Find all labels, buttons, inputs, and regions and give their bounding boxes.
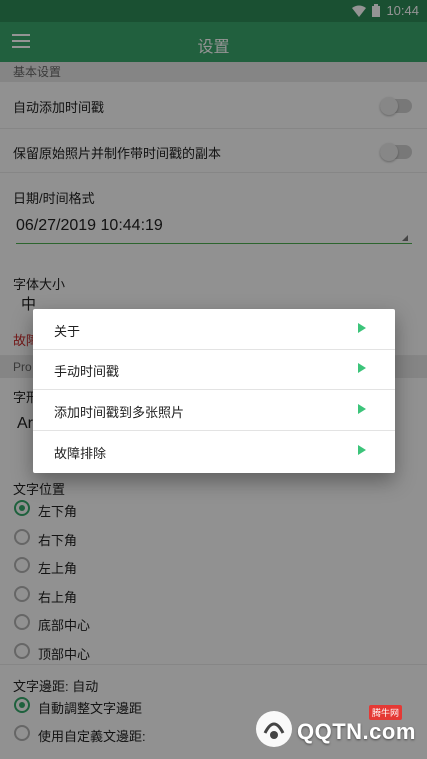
menu-item-troubleshoot-label: 故障排除 (54, 446, 107, 461)
menu-item-troubleshoot[interactable]: 故障排除 (33, 431, 395, 471)
menu-item-manual-timestamp[interactable]: 手动时间戳 (33, 349, 395, 390)
overflow-menu-dialog: 关于 手动时间戳 添加时间戳到多张照片 故障排除 (33, 309, 395, 473)
site-watermark: 腾牛网 QQTN.com (251, 705, 421, 753)
menu-item-about[interactable]: 关于 (33, 309, 395, 350)
menu-item-batch-timestamp-label: 添加时间戳到多张照片 (54, 405, 185, 420)
watermark-logo-icon (256, 711, 292, 747)
menu-item-manual-timestamp-label: 手动时间戳 (54, 364, 120, 379)
menu-item-batch-timestamp[interactable]: 添加时间戳到多张照片 (33, 390, 395, 431)
play-arrow-icon (358, 404, 366, 414)
play-arrow-icon (358, 363, 366, 373)
menu-item-about-label: 关于 (54, 324, 81, 339)
watermark-badge: 腾牛网 (369, 705, 403, 720)
play-arrow-icon (358, 323, 366, 333)
watermark-brand: QQTN.com (297, 719, 416, 744)
play-arrow-icon (358, 445, 366, 455)
